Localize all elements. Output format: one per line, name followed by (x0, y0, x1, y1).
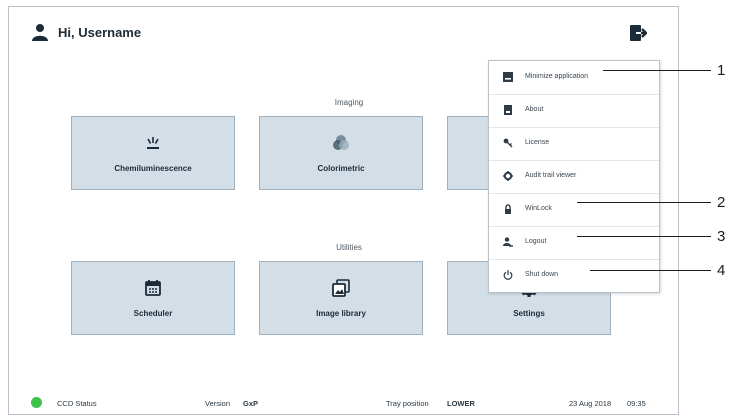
tray-position-value: LOWER (447, 399, 475, 408)
colorimetric-icon (333, 135, 349, 150)
menu-item-about[interactable]: About (489, 94, 659, 128)
callout-number-4: 4 (717, 262, 726, 279)
scheduler-label: Scheduler (133, 309, 173, 318)
audit-icon (503, 171, 513, 181)
scheduler-tile[interactable]: Scheduler (71, 261, 235, 335)
lock-icon (505, 204, 511, 214)
callout-line-2 (577, 202, 711, 203)
app-window: Hi, Username Imaging Chemiluminescence C… (8, 6, 679, 415)
menu-item-logout[interactable]: Logout (489, 226, 659, 260)
menu-item-audit-trail[interactable]: Audit trail viewer (489, 160, 659, 194)
image-library-icon (332, 279, 350, 297)
callout-line-4 (590, 270, 711, 271)
chemiluminescence-icon (147, 137, 159, 149)
about-icon (504, 105, 512, 115)
image-library-tile[interactable]: Image library (259, 261, 423, 335)
menu-item-license[interactable]: License (489, 127, 659, 161)
image-library-label: Image library (316, 309, 366, 318)
menu-item-shutdown[interactable]: Shut down (489, 259, 659, 292)
app-menu: Minimize application About License Audit… (488, 60, 660, 293)
chemiluminescence-tile[interactable]: Chemiluminescence (71, 116, 235, 190)
time-text: 09:35 (627, 399, 646, 408)
version-value: GxP (243, 399, 259, 408)
status-bar: CCD Status Version GxP Tray position LOW… (9, 392, 678, 414)
menu-item-winlock[interactable]: WinLock (489, 193, 659, 227)
minimize-icon (503, 72, 513, 82)
menu-item-label: License (525, 139, 550, 146)
colorimetric-label: Colorimetric (317, 164, 365, 173)
settings-label: Settings (513, 309, 545, 318)
menu-item-label: About (525, 106, 544, 113)
date-text: 23 Aug 2018 (569, 399, 612, 408)
menu-item-label: Audit trail viewer (525, 172, 577, 179)
menu-item-minimize[interactable]: Minimize application (489, 61, 659, 95)
tray-position-label: Tray position (386, 399, 429, 408)
menu-item-label: Logout (525, 238, 547, 245)
version-label: Version (205, 399, 231, 408)
user-icon (32, 24, 48, 41)
callout-number-3: 3 (717, 228, 726, 245)
ccd-status-label: CCD Status (57, 399, 97, 408)
key-icon (503, 138, 513, 148)
menu-item-label: Shut down (525, 271, 559, 278)
callout-line-3 (577, 236, 711, 237)
utilities-section-label: Utilities (336, 243, 362, 252)
imaging-section-label: Imaging (334, 98, 364, 107)
callout-number-1: 1 (717, 62, 726, 79)
callout-number-2: 2 (717, 194, 726, 211)
exit-icon[interactable] (629, 24, 647, 42)
power-icon (503, 270, 513, 280)
colorimetric-tile[interactable]: Colorimetric (259, 116, 423, 190)
greeting-text: Hi, Username (58, 25, 142, 40)
ccd-status-indicator (31, 397, 42, 408)
chemiluminescence-label: Chemiluminescence (114, 164, 192, 173)
logout-icon (503, 237, 513, 247)
menu-item-label: WinLock (525, 205, 552, 212)
callout-line-1 (603, 70, 711, 71)
calendar-icon (145, 280, 161, 296)
menu-item-label: Minimize application (525, 73, 589, 80)
